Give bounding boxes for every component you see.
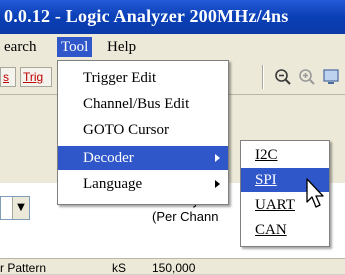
menu-search[interactable]: earch xyxy=(0,37,40,57)
zoom-in-icon[interactable] xyxy=(298,68,316,86)
submenu-item-label: UART xyxy=(255,197,295,213)
zoom-out-icon[interactable] xyxy=(274,68,292,86)
menu-help[interactable]: Help xyxy=(103,37,140,57)
menu-item-label: Channel/Bus Edit xyxy=(83,96,190,112)
cursor-arrow-icon xyxy=(306,178,324,208)
screen-icon[interactable] xyxy=(322,68,340,86)
submenu-item-i2c[interactable]: I2C xyxy=(241,143,329,167)
menu-tool[interactable]: Tool xyxy=(57,37,93,57)
menu-item-label: Trigger Edit xyxy=(83,70,157,86)
menu-item-decoder[interactable]: Decoder xyxy=(58,146,228,170)
toolbar-button-s[interactable]: s xyxy=(0,67,16,87)
submenu-item-label: CAN xyxy=(255,222,287,238)
window-title: 0.0.12 - Logic Analyzer 200MHz/4ns xyxy=(4,6,289,26)
memory-depth-line2: (Per Chann xyxy=(152,209,219,224)
menu-item-language[interactable]: Language xyxy=(58,172,228,196)
tool-menu: Trigger Edit Channel/Bus Edit GOTO Curso… xyxy=(57,60,229,205)
submenu-item-label: I2C xyxy=(255,147,278,163)
submenu-item-label: SPI xyxy=(255,172,277,188)
menu-bar: earch Tool Help xyxy=(0,34,345,61)
toolbar-separator xyxy=(262,65,264,89)
menu-item-goto-cursor[interactable]: GOTO Cursor xyxy=(58,118,228,142)
chevron-down-icon[interactable]: ▼ xyxy=(12,197,29,219)
menu-item-label: Decoder xyxy=(83,150,134,166)
toolbar-button-trig[interactable]: Trig xyxy=(20,67,52,87)
menu-item-label: Language xyxy=(83,176,143,192)
submenu-item-can[interactable]: CAN xyxy=(241,218,329,242)
channel-select[interactable]: ▼ xyxy=(0,196,30,220)
menu-item-label: GOTO Cursor xyxy=(83,122,169,138)
submenu-arrow-icon xyxy=(215,154,220,162)
submenu-arrow-icon xyxy=(215,180,220,188)
menu-item-channel-bus-edit[interactable]: Channel/Bus Edit xyxy=(58,92,228,116)
title-bar: 0.0.12 - Logic Analyzer 200MHz/4ns xyxy=(0,0,345,34)
menu-item-trigger-edit[interactable]: Trigger Edit xyxy=(58,66,228,90)
